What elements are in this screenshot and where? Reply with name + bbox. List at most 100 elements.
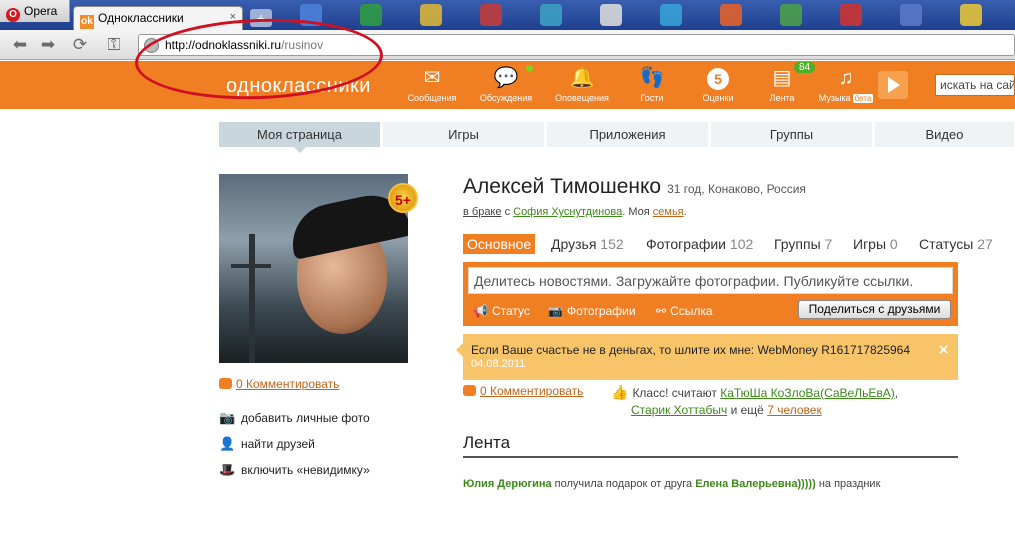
globe-icon: [144, 38, 159, 53]
topbar-notifications[interactable]: 🔔 Оповещения: [550, 65, 614, 103]
status-comment-link[interactable]: 0 Комментировать: [480, 384, 583, 398]
tab-close-icon[interactable]: ×: [230, 11, 236, 23]
thumbs-up-icon: 👍: [611, 384, 629, 400]
menu-active-pointer: [294, 147, 306, 153]
avatar-bg-tower: [249, 234, 255, 363]
browser-tab-active[interactable]: ok Одноклассники ×: [73, 6, 243, 30]
desktop-icon: [660, 4, 682, 26]
site-search-input[interactable]: искать на сайте: [935, 74, 1015, 96]
link-nodes-icon: ⚯: [656, 304, 667, 318]
camera-icon: 📷: [219, 410, 236, 425]
envelope-icon: ✉: [423, 67, 441, 89]
invisible-hat-icon: 🎩: [219, 462, 236, 477]
opera-logo-icon: O: [6, 8, 20, 22]
status-meta: 0 Комментировать: [463, 384, 583, 398]
feed-divider: [463, 456, 958, 458]
likes-line: 👍 Класс! считают КаТюШа КоЗлоВа(СаВеЛьЕвА…: [611, 384, 899, 400]
married-link[interactable]: в браке: [463, 206, 502, 218]
share-box: Делитесь новостями. Загружайте фотографи…: [463, 262, 958, 326]
topbar-guests[interactable]: 👣 Гости: [620, 65, 684, 103]
share-link-option[interactable]: ⚯ Ссылка: [656, 304, 713, 318]
share-with-friends-button[interactable]: Поделиться с друзьями: [798, 300, 951, 319]
desktop-icon: [900, 4, 922, 26]
more-likers-link[interactable]: 7 человек: [767, 403, 822, 417]
tab-photos[interactable]: Фотографии 102: [646, 234, 753, 254]
find-friends-action[interactable]: 👤 найти друзей: [219, 436, 315, 452]
site-logo[interactable]: одноклассники: [226, 75, 371, 98]
desktop-icon: [420, 4, 442, 26]
feed-title: Лента: [463, 433, 511, 452]
reload-icon[interactable]: ⟳: [70, 35, 90, 55]
online-dot-icon: [526, 65, 533, 72]
add-photo-action[interactable]: 📷 добавить личные фото: [219, 410, 370, 426]
topbar-messages[interactable]: ✉ Сообщения: [400, 65, 464, 103]
feed-user-link[interactable]: Юлия Дерюгина: [463, 478, 552, 490]
back-arrow-icon[interactable]: ⬅: [10, 35, 30, 55]
feed-item: Юлия Дерюгина получила подарок от друга …: [463, 478, 881, 490]
tab-title: Одноклассники: [98, 11, 184, 25]
tab-friends[interactable]: Друзья 152: [551, 234, 624, 254]
topbar-music[interactable]: ♫ Музыка бета: [814, 65, 878, 103]
tab-games[interactable]: Игры 0: [853, 234, 898, 254]
profile-status: в браке с София Хуснутдинова. Моя семья.: [463, 206, 687, 218]
opera-menu-button[interactable]: O Opera: [0, 0, 70, 22]
topbar-ratings[interactable]: 5 Оценки: [686, 65, 750, 103]
invisible-mode-action[interactable]: 🎩 включить «невидимку»: [219, 462, 370, 478]
desktop-icon: [720, 4, 742, 26]
menu-games[interactable]: Игры: [383, 122, 545, 147]
feed-count-badge: 84: [794, 62, 816, 73]
menu-apps[interactable]: Приложения: [547, 122, 709, 147]
tab-statuses[interactable]: Статусы 27: [919, 234, 993, 254]
menu-video[interactable]: Видео: [875, 122, 1015, 147]
family-link[interactable]: семья: [653, 206, 684, 218]
share-photos-option[interactable]: 📷 Фотографии: [548, 304, 636, 318]
avatar[interactable]: [219, 174, 408, 363]
avatar-comment-link[interactable]: 0 Комментировать: [236, 377, 339, 391]
menu-my-page[interactable]: Моя страница: [219, 122, 381, 147]
comment-bubble-icon: [463, 385, 476, 396]
close-icon[interactable]: ✕: [937, 341, 950, 359]
feed-friend-link[interactable]: Елена Валерьевна))))): [695, 478, 816, 490]
address-path: /rusinov: [281, 38, 324, 52]
desktop-icon: [540, 4, 562, 26]
desktop-icon: [840, 4, 862, 26]
status-date: 04.08.2011: [471, 358, 526, 370]
music-play-button[interactable]: [878, 71, 908, 99]
key-icon[interactable]: ⚿: [100, 35, 128, 55]
spouse-link[interactable]: София Хуснутдинова: [513, 206, 622, 218]
share-status-option[interactable]: 📢 Статус: [473, 304, 530, 318]
camera-icon: 📷: [548, 304, 563, 318]
liker-link[interactable]: КаТюШа КоЗлоВа(СаВеЛьЕвА): [720, 386, 895, 400]
desktop-icon: [960, 4, 982, 26]
desktop-icon: [480, 4, 502, 26]
profile-name: Алексей Тимошенко 31 год, Конаково, Росси…: [463, 175, 806, 198]
desktop-icon: [300, 4, 322, 26]
likes-line-2: Старик Хоттабыч и ещё 7 человек: [631, 403, 822, 417]
forward-arrow-icon[interactable]: ➡: [38, 35, 58, 55]
person-icon: 👤: [219, 436, 236, 451]
megaphone-icon: 📢: [473, 304, 488, 318]
avatar-comment[interactable]: 0 Комментировать: [219, 375, 339, 393]
desktop-icon: [360, 4, 382, 26]
desktop-icon: [600, 4, 622, 26]
beta-badge: бета: [852, 94, 874, 103]
profile-info: 31 год, Конаково, Россия: [667, 182, 806, 196]
tab-main[interactable]: Основное: [463, 234, 536, 254]
tab-groups[interactable]: Группы 7: [774, 234, 832, 254]
menu-groups[interactable]: Группы: [711, 122, 873, 147]
main-menu: Моя страница Игры Приложения Группы Виде…: [219, 122, 1015, 147]
status-pointer: [456, 343, 463, 357]
music-note-icon: ♫: [838, 67, 854, 89]
address-bar[interactable]: http://odnoklassniki.ru/rusinov: [138, 34, 1015, 56]
comment-bubble-icon: [219, 378, 232, 389]
browser-nav-bar: ⬅ ➡ ⟳ ⚿ http://odnoklassniki.ru/rusinov: [0, 30, 1015, 60]
share-input[interactable]: Делитесь новостями. Загружайте фотографи…: [468, 267, 953, 294]
bell-icon: 🔔: [569, 67, 595, 89]
five-plus-badge[interactable]: 5+: [388, 183, 418, 213]
footprints-icon: 👣: [639, 67, 665, 89]
desktop-icon: [780, 4, 802, 26]
status-message-text: Если Ваше счастье не в деньгах, то шлите…: [471, 343, 911, 357]
odnoklassniki-favicon-icon: ok: [80, 15, 94, 29]
new-tab-button[interactable]: +: [250, 9, 272, 27]
liker-link[interactable]: Старик Хоттабыч: [631, 403, 727, 417]
